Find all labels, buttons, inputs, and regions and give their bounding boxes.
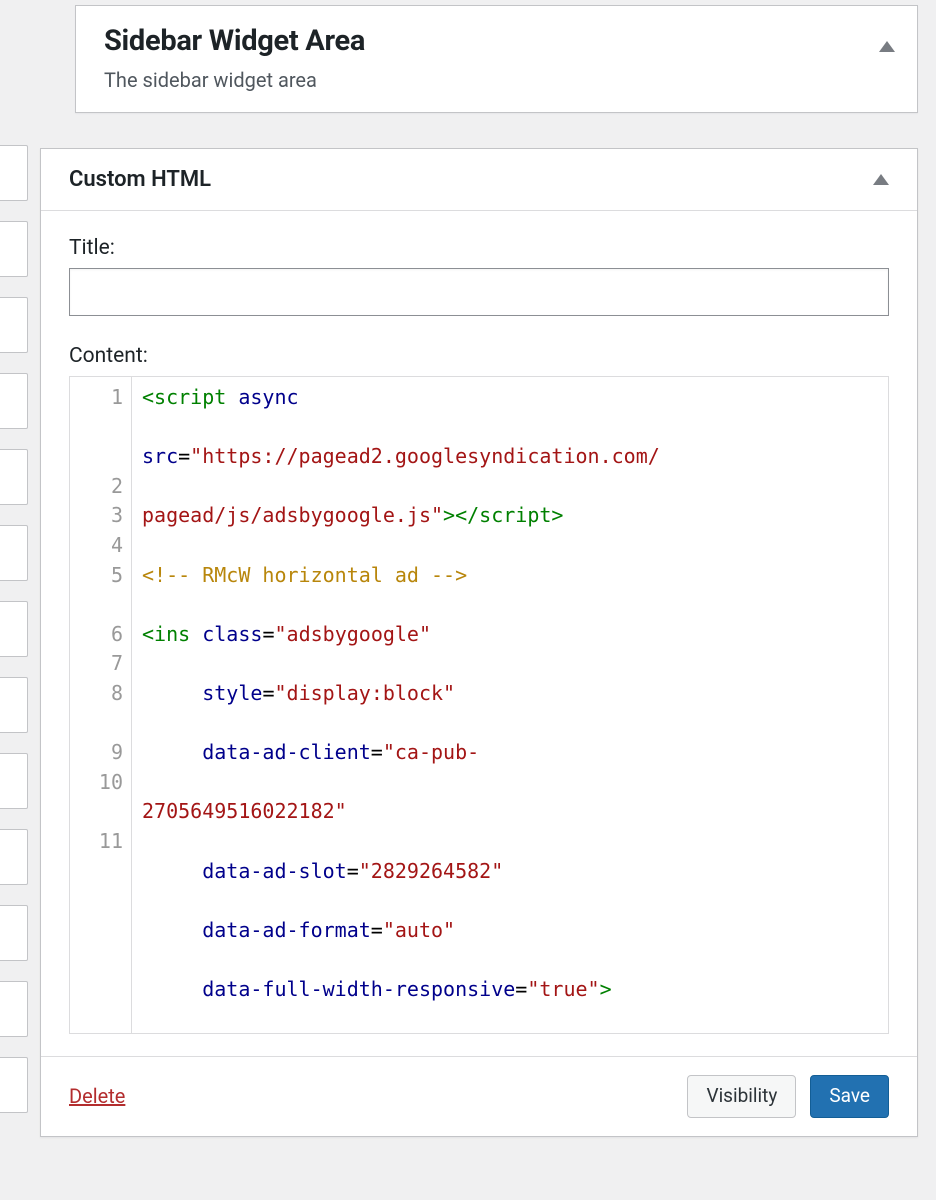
widget-titlebar[interactable]: Custom HTML	[41, 149, 917, 211]
visibility-button[interactable]: Visibility	[687, 1075, 796, 1118]
code-line[interactable]: 2705649516022182"	[142, 797, 878, 827]
code-line[interactable]: data-ad-format="auto"	[142, 916, 878, 946]
code-line[interactable]: style="display:block"	[142, 679, 878, 709]
sidebar-placeholder[interactable]	[0, 1057, 28, 1113]
widget-body: Title: Content: 1..2345.678.910.11 <scri…	[41, 211, 917, 1056]
title-field-group: Title:	[69, 236, 889, 316]
sidebar-placeholder[interactable]	[0, 297, 28, 353]
sidebar-placeholder[interactable]	[0, 373, 28, 429]
collapse-up-icon[interactable]	[873, 174, 889, 185]
code-area[interactable]: <script async src="https://pagead2.googl…	[132, 377, 888, 1033]
code-gutter: 1..2345.678.910.11	[70, 377, 132, 1033]
code-line[interactable]: src="https://pagead2.googlesyndication.c…	[142, 442, 878, 472]
code-line[interactable]: data-full-width-responsive="true">	[142, 975, 878, 1005]
content-field-group: Content: 1..2345.678.910.11 <script asyn…	[69, 344, 889, 1034]
code-line[interactable]: <script async	[142, 383, 878, 413]
widget-actions: Delete Visibility Save	[41, 1056, 917, 1136]
widget-name: Custom HTML	[69, 167, 211, 192]
delete-link[interactable]: Delete	[69, 1084, 125, 1108]
sidebar-placeholder[interactable]	[0, 677, 28, 733]
sidebar-placeholder[interactable]	[0, 525, 28, 581]
content-label: Content:	[69, 344, 889, 368]
sidebar-placeholder[interactable]	[0, 753, 28, 809]
sidebar-placeholder[interactable]	[0, 221, 28, 277]
code-editor[interactable]: 1..2345.678.910.11 <script async src="ht…	[69, 376, 889, 1034]
collapsed-sidebar-items	[0, 0, 28, 1133]
widget-area-title: Sidebar Widget Area	[104, 24, 889, 58]
sidebar-placeholder[interactable]	[0, 829, 28, 885]
save-button[interactable]: Save	[810, 1075, 889, 1118]
code-line[interactable]: <!-- RMcW horizontal ad -->	[142, 561, 878, 591]
code-line[interactable]: pagead/js/adsbygoogle.js"></script>	[142, 501, 878, 531]
sidebar-placeholder[interactable]	[0, 905, 28, 961]
title-label: Title:	[69, 236, 889, 260]
sidebar-placeholder[interactable]	[0, 145, 28, 201]
code-line[interactable]: data-ad-slot="2829264582"	[142, 857, 878, 887]
title-input[interactable]	[69, 268, 889, 316]
code-line[interactable]: data-ad-client="ca-pub-	[142, 738, 878, 768]
widget-area-description: The sidebar widget area	[104, 68, 889, 92]
widget-area-header[interactable]: Sidebar Widget Area The sidebar widget a…	[76, 6, 917, 112]
sidebar-placeholder[interactable]	[0, 981, 28, 1037]
sidebar-placeholder[interactable]	[0, 449, 28, 505]
widget-custom-html: Custom HTML Title: Content: 1..2345.678.…	[40, 148, 918, 1137]
code-line[interactable]: <ins class="adsbygoogle"	[142, 620, 878, 650]
widget-area-panel: Sidebar Widget Area The sidebar widget a…	[75, 5, 918, 113]
collapse-up-icon[interactable]	[879, 41, 895, 52]
sidebar-placeholder[interactable]	[0, 601, 28, 657]
